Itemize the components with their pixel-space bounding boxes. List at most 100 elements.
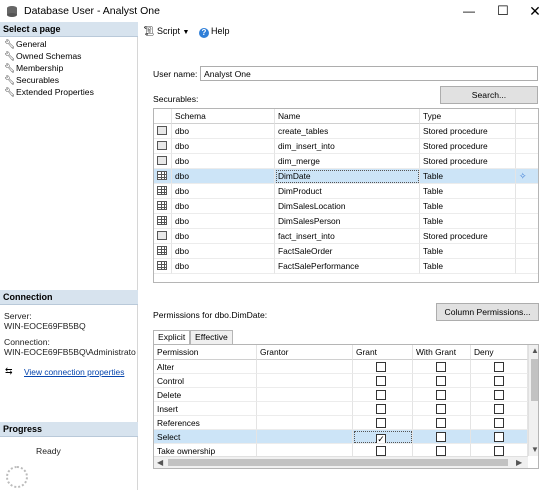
with-grant-checkbox[interactable] — [436, 432, 446, 442]
with-grant-column-header[interactable]: With Grant — [413, 345, 471, 360]
search-button[interactable]: Search... — [440, 86, 538, 104]
permission-row[interactable]: Control — [154, 374, 528, 388]
scroll-down-icon[interactable]: ▼ — [531, 445, 538, 454]
page-label: Membership — [16, 63, 64, 73]
row-icon-cell — [154, 169, 172, 184]
extra-cell: ✧ — [516, 169, 538, 184]
help-button[interactable]: ? Help — [199, 26, 230, 38]
scroll-thumb[interactable] — [531, 359, 538, 401]
page-securables[interactable]: 🔧︎Securables — [4, 75, 59, 87]
permission-cell: Insert — [154, 402, 257, 416]
deny-checkbox[interactable] — [494, 390, 504, 400]
permission-row[interactable]: Insert — [154, 402, 528, 416]
deny-checkbox[interactable] — [494, 376, 504, 386]
securable-row[interactable]: dbo FactSaleOrder Table — [154, 244, 538, 259]
with-grant-checkbox[interactable] — [436, 376, 446, 386]
stored-procedure-icon — [157, 231, 167, 240]
name-cell: DimSalesPerson — [275, 214, 420, 229]
page-owned-schemas[interactable]: 🔧︎Owned Schemas — [4, 51, 81, 63]
grant-checkbox[interactable] — [376, 362, 386, 372]
minimize-button[interactable]: — — [454, 2, 484, 20]
permission-row[interactable]: References — [154, 416, 528, 430]
scroll-thumb-horizontal[interactable] — [168, 459, 508, 466]
tab-explicit[interactable]: Explicit — [153, 330, 191, 345]
securable-row[interactable]: dbo dim_merge Stored procedure — [154, 154, 538, 169]
schema-cell: dbo — [172, 139, 275, 154]
title-bar: Database User - Analyst One — ☐ ✕ — [0, 0, 550, 22]
scroll-right-icon[interactable]: ▶ — [516, 458, 522, 467]
page-membership[interactable]: 🔧︎Membership — [4, 63, 63, 75]
row-icon-cell — [154, 259, 172, 274]
maximize-button[interactable]: ☐ — [488, 2, 518, 20]
deny-checkbox[interactable] — [494, 446, 504, 456]
with-grant-checkbox[interactable] — [436, 362, 446, 372]
permission-row[interactable]: Delete — [154, 388, 528, 402]
with-grant-checkbox[interactable] — [436, 446, 446, 456]
tab-effective[interactable]: Effective — [190, 330, 233, 344]
grantor-column-header[interactable]: Grantor — [257, 345, 353, 360]
table-icon — [157, 216, 167, 225]
type-cell: Table — [420, 259, 516, 274]
deny-checkbox[interactable] — [494, 432, 504, 442]
name-column-header[interactable]: Name — [275, 109, 420, 124]
extra-column-header — [516, 109, 538, 124]
user-name-field[interactable]: Analyst One — [200, 66, 538, 81]
deny-checkbox[interactable] — [494, 404, 504, 414]
wrench-icon: 🔧︎ — [4, 39, 16, 49]
securable-row[interactable]: dbo create_tables Stored procedure — [154, 124, 538, 139]
row-icon-cell — [154, 244, 172, 259]
deny-checkbox[interactable] — [494, 418, 504, 428]
page-extended-properties[interactable]: 🔧︎Extended Properties — [4, 87, 94, 99]
schema-column-header[interactable]: Schema — [172, 109, 275, 124]
row-icon-cell — [154, 199, 172, 214]
chevron-down-icon: ▼ — [182, 29, 190, 36]
with-grant-checkbox[interactable] — [436, 390, 446, 400]
permission-row[interactable]: Select ✓ — [154, 430, 528, 444]
close-button[interactable]: ✕ — [520, 2, 550, 20]
permission-row[interactable]: Alter — [154, 360, 528, 374]
column-permissions-button[interactable]: Column Permissions... — [436, 303, 539, 321]
securable-row[interactable]: dbo DimSalesLocation Table — [154, 199, 538, 214]
securable-row[interactable]: dbo FactSalePerformance Table — [154, 259, 538, 274]
connection-value: WIN-EOCE69FB5BQ\Administrato — [4, 347, 136, 357]
name-cell: FactSalePerformance — [275, 259, 420, 274]
permissions-vertical-scrollbar[interactable]: ▲ ▼ — [528, 345, 538, 456]
securable-row[interactable]: dbo DimProduct Table — [154, 184, 538, 199]
grant-checkbox[interactable]: ✓ — [376, 434, 386, 443]
name-cell: FactSaleOrder — [275, 244, 420, 259]
script-label: Script — [156, 26, 180, 36]
script-button[interactable]: 📜︎ Script ▼ — [143, 26, 189, 37]
schema-cell: dbo — [172, 229, 275, 244]
permission-column-header[interactable]: Permission — [154, 345, 257, 360]
securable-row[interactable]: dbo fact_insert_into Stored procedure — [154, 229, 538, 244]
stored-procedure-icon — [157, 156, 167, 165]
scroll-left-icon[interactable]: ◀ — [157, 458, 163, 467]
permissions-horizontal-scrollbar[interactable]: ◀ ▶ — [154, 456, 528, 468]
grant-cell — [353, 374, 413, 388]
name-cell: fact_insert_into — [275, 229, 420, 244]
grant-column-header[interactable]: Grant — [353, 345, 413, 360]
row-icon-cell — [154, 229, 172, 244]
grant-checkbox[interactable] — [376, 376, 386, 386]
view-connection-properties-link[interactable]: View connection properties — [24, 367, 124, 377]
name-cell: create_tables — [275, 124, 420, 139]
grant-checkbox[interactable] — [376, 390, 386, 400]
grant-checkbox[interactable] — [376, 418, 386, 428]
scroll-up-icon[interactable]: ▲ — [531, 346, 538, 355]
securable-row[interactable]: dbo dim_insert_into Stored procedure — [154, 139, 538, 154]
deny-checkbox[interactable] — [494, 362, 504, 372]
name-cell: DimDate — [275, 169, 420, 184]
page-label: Owned Schemas — [16, 51, 82, 61]
deny-column-header[interactable]: Deny — [471, 345, 528, 360]
securable-row[interactable]: dbo DimDate Table ✧ — [154, 169, 538, 184]
grant-checkbox[interactable] — [376, 446, 386, 456]
page-general[interactable]: 🔧︎General — [4, 39, 47, 51]
grant-checkbox[interactable] — [376, 404, 386, 414]
deny-cell — [471, 402, 528, 416]
securable-row[interactable]: dbo DimSalesPerson Table — [154, 214, 538, 229]
with-grant-checkbox[interactable] — [436, 418, 446, 428]
with-grant-checkbox[interactable] — [436, 404, 446, 414]
grantor-cell — [257, 360, 353, 374]
table-icon — [157, 201, 167, 210]
type-column-header[interactable]: Type — [420, 109, 516, 124]
